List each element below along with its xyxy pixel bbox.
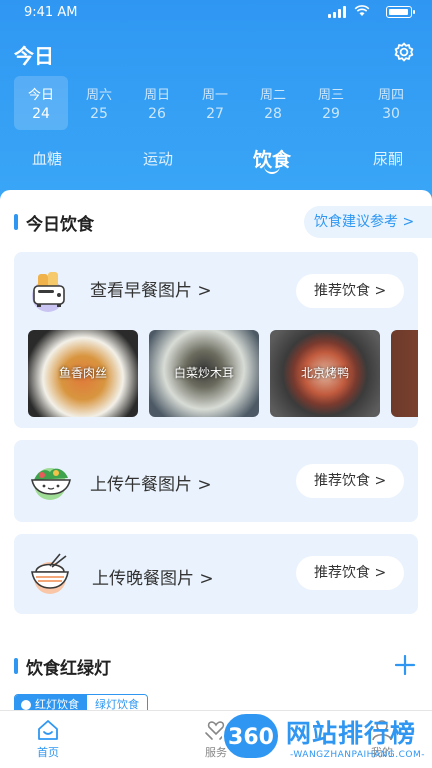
- date-item-today[interactable]: 今日 24: [14, 76, 68, 130]
- tab-exercise[interactable]: 运动: [143, 148, 173, 169]
- app-header: 9:41 AM 今日 今日 24 周六 25 周日 26 周一 27 周二 28…: [0, 0, 432, 200]
- status-bar: 9:41 AM: [0, 0, 432, 26]
- watermark-logo: 360 网站排行榜 -WANGZHANPAIHANG.COM-: [222, 708, 430, 766]
- rice-bowl-icon: [31, 553, 69, 594]
- battery-icon: [386, 6, 415, 18]
- page-title: 今日: [14, 44, 54, 68]
- tab-home[interactable]: 首页: [18, 719, 78, 760]
- home-icon: [38, 720, 58, 740]
- section-accent-bar: [14, 658, 18, 674]
- lunch-row: 上传午餐图片 > 推荐饮食 >: [14, 446, 418, 516]
- diet-advice-link[interactable]: 饮食建议参考 >: [304, 206, 432, 238]
- recommend-dinner-button[interactable]: 推荐饮食 >: [296, 556, 404, 590]
- breakfast-row: 查看早餐图片 > 推荐饮食 >: [14, 252, 418, 322]
- upload-dinner-photo[interactable]: 上传晚餐图片 >: [92, 564, 214, 589]
- date-item[interactable]: 周日 26: [130, 76, 184, 130]
- dinner-card: 上传晚餐图片 > 推荐饮食 >: [14, 534, 418, 614]
- plus-icon[interactable]: [394, 654, 416, 676]
- toaster-icon: [32, 272, 65, 312]
- status-time: 9:41 AM: [24, 5, 78, 20]
- signal-icon: [328, 6, 346, 18]
- dinner-row: 上传晚餐图片 > 推荐饮食 >: [14, 534, 418, 604]
- watermark-title: 网站排行榜: [286, 719, 417, 748]
- food-photo[interactable]: 北京烤鸭: [270, 330, 380, 417]
- watermark-subtitle: -WANGZHANPAIHANG.COM-: [290, 750, 426, 760]
- food-photo[interactable]: 鱼香肉丝: [28, 330, 138, 417]
- watermark-badge: 360: [222, 712, 280, 760]
- category-tabs: 血糖 运动 饮食 尿酮: [0, 144, 432, 188]
- lunch-card: 上传午餐图片 > 推荐饮食 >: [14, 440, 418, 522]
- salad-bowl-icon: [31, 468, 71, 500]
- date-item[interactable]: 周二 28: [246, 76, 300, 130]
- section-title: 今日饮食: [26, 215, 94, 235]
- date-item[interactable]: 周四 30: [364, 76, 418, 130]
- date-item[interactable]: 周三 29: [304, 76, 358, 130]
- section-accent-bar: [14, 214, 18, 230]
- date-item[interactable]: 周六 25: [72, 76, 126, 130]
- gear-icon[interactable]: [392, 40, 416, 64]
- date-item[interactable]: 周一 27: [188, 76, 242, 130]
- wifi-icon: [354, 5, 370, 16]
- food-photo[interactable]: [391, 330, 418, 417]
- breakfast-card: 查看早餐图片 > 推荐饮食 > 鱼香肉丝 白菜炒木耳 北京烤鸭: [14, 252, 418, 428]
- section-title: 饮食红绿灯: [26, 659, 111, 679]
- upload-lunch-photo[interactable]: 上传午餐图片 >: [90, 470, 212, 495]
- tab-ketone[interactable]: 尿酮: [373, 148, 403, 169]
- breakfast-photos: 鱼香肉丝 白菜炒木耳 北京烤鸭: [28, 330, 418, 418]
- recommend-breakfast-button[interactable]: 推荐饮食 >: [296, 274, 404, 308]
- recommend-lunch-button[interactable]: 推荐饮食 >: [296, 464, 404, 498]
- view-breakfast-photos[interactable]: 查看早餐图片 >: [90, 276, 212, 301]
- food-photo[interactable]: 白菜炒木耳: [149, 330, 259, 417]
- tab-blood-sugar[interactable]: 血糖: [32, 148, 62, 169]
- date-strip: 今日 24 周六 25 周日 26 周一 27 周二 28 周三 29 周四 3…: [14, 76, 422, 130]
